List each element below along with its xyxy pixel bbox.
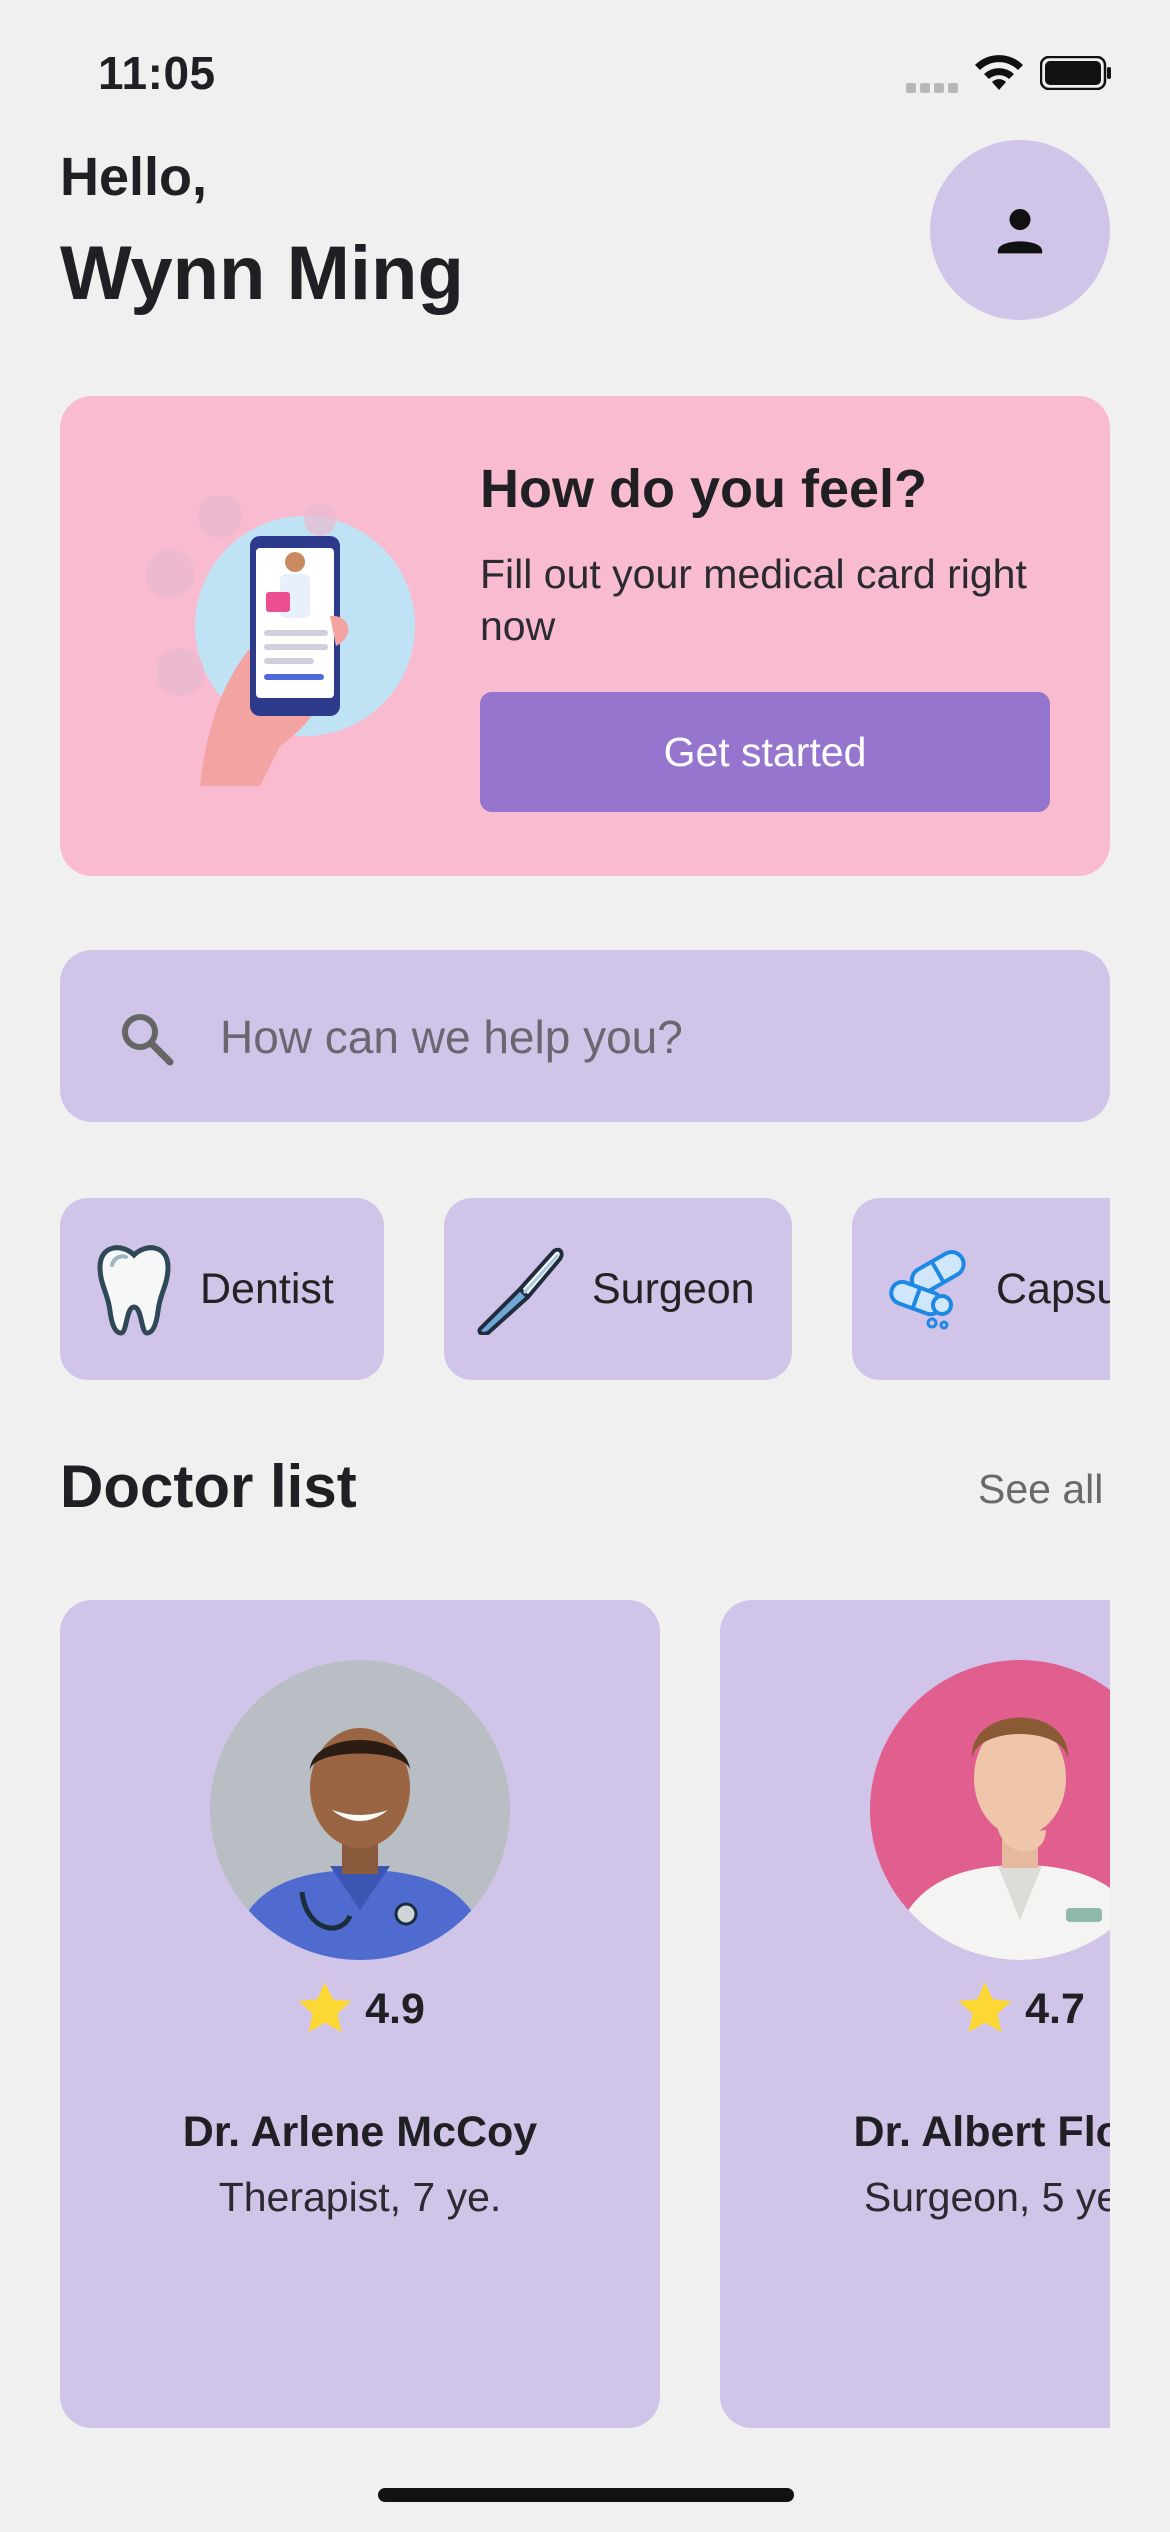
search-bar[interactable]	[60, 950, 1110, 1122]
doctor-phone-illustration	[146, 496, 415, 786]
person-icon	[997, 209, 1043, 254]
doctor-photo	[210, 1660, 510, 1960]
doctor-card[interactable]: 4.7 Dr. Albert Flores Surgeon, 5 years	[720, 1600, 1110, 2428]
capsules-icon	[889, 1250, 966, 1330]
category-label: Capsules	[996, 1264, 1110, 1313]
doctor-specialty: Surgeon, 5 years	[863, 2174, 1110, 2220]
home-indicator[interactable]	[378, 2488, 794, 2502]
star-icon	[298, 1982, 352, 2033]
category-surgeon[interactable]: Surgeon	[444, 1198, 792, 1380]
cellular-signal-icon	[906, 80, 962, 98]
search-input[interactable]	[220, 1002, 1060, 1072]
medical-card-promo: How do you feel? Fill out your medical c…	[60, 396, 1110, 876]
rating-value: 4.7	[1025, 1984, 1085, 2033]
category-dentist[interactable]: Dentist	[60, 1198, 384, 1380]
see-all-link[interactable]: See all	[978, 1466, 1103, 1513]
search-icon	[122, 1014, 174, 1066]
wifi-icon	[975, 55, 1023, 90]
star-icon	[958, 1982, 1012, 2033]
category-label: Surgeon	[592, 1264, 755, 1313]
scalpel-icon	[477, 1247, 564, 1335]
category-label: Dentist	[200, 1264, 334, 1313]
tooth-icon	[97, 1245, 171, 1336]
user-name: Wynn Ming	[60, 231, 464, 316]
battery-icon	[1040, 56, 1111, 90]
doctor-rating: 4.9	[60, 1980, 660, 2038]
doctor-card[interactable]: 4.9 Dr. Arlene McCoy Therapist, 7 ye.	[60, 1600, 660, 2428]
doctor-carousel: 4.9 Dr. Arlene McCoy Therapist, 7 ye. 4.…	[60, 1600, 1110, 2430]
doctor-rating: 4.7	[720, 1980, 1110, 2038]
promo-title: How do you feel?	[480, 459, 928, 519]
doctor-specialty: Therapist, 7 ye.	[218, 2174, 502, 2220]
doctor-name: Dr. Albert Flores	[853, 2108, 1110, 2156]
doctor-list-title: Doctor list	[60, 1453, 357, 1520]
doctor-photo	[870, 1660, 1110, 1960]
greeting-text: Hello,	[60, 147, 208, 207]
status-time: 11:05	[98, 47, 216, 99]
profile-button[interactable]	[930, 140, 1110, 320]
category-capsules[interactable]: Capsules	[852, 1198, 1110, 1380]
promo-description: Fill out your medical card right now	[480, 551, 1027, 649]
doctor-name: Dr. Arlene McCoy	[182, 2108, 538, 2156]
rating-value: 4.9	[365, 1984, 425, 2033]
category-list: Dentist Surgeon Capsules	[60, 1198, 1110, 1380]
status-bar: 11:05	[0, 0, 1170, 140]
get-started-button[interactable]: Get started	[480, 692, 1050, 812]
